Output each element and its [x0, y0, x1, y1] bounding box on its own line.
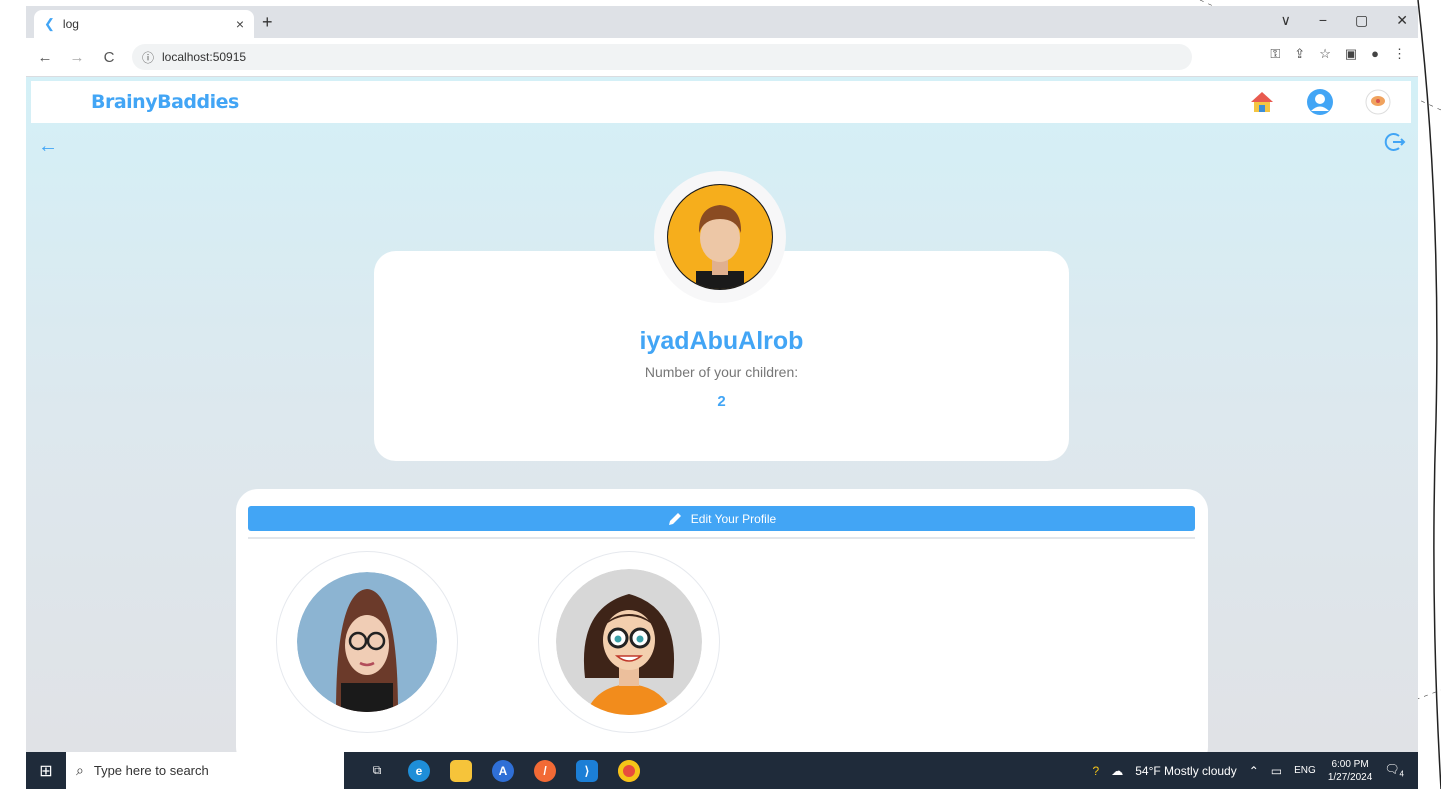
- divider: [248, 537, 1195, 539]
- browser-tab[interactable]: ❮ log ×: [34, 10, 254, 38]
- app-page: BrainyBaddies ← iyadAbuAlrob Number of y…: [26, 77, 1418, 752]
- search-placeholder: Type here to search: [93, 763, 209, 778]
- system-tray: ? ☁ 54°F Mostly cloudy ⌃ ▭ ENG 6:00 PM 1…: [1093, 752, 1404, 789]
- clock-time: 6:00 PM: [1331, 758, 1369, 770]
- browser-window: ❮ log × + ∨ − ▢ ✕ ← → C ⓘ localhost:5091…: [26, 6, 1418, 752]
- file-explorer-icon[interactable]: [450, 759, 472, 782]
- username: iyadAbuAlrob: [639, 327, 804, 355]
- close-button[interactable]: ✕: [1396, 12, 1408, 29]
- taskbar-apps: ⧉ e A / ⟩: [366, 759, 640, 782]
- children-label: Number of your children:: [644, 364, 799, 380]
- clock[interactable]: 6:00 PM 1/27/2024: [1328, 758, 1373, 784]
- clock-date: 1/27/2024: [1327, 771, 1373, 783]
- children-card: Edit Your Profile: [236, 489, 1208, 752]
- forward-arrow-icon[interactable]: →: [64, 49, 90, 66]
- window-controls: ∨ − ▢ ✕: [1281, 12, 1408, 29]
- notification-icon[interactable]: 🗨4: [1384, 762, 1404, 778]
- star-icon[interactable]: ☆: [1319, 46, 1331, 62]
- browser-toolbar: ← → C ⓘ localhost:50915 ⚿ ⇪ ☆ ▣ ● ⋮: [26, 38, 1418, 77]
- help-icon[interactable]: ?: [1093, 764, 1100, 778]
- child-avatar[interactable]: [276, 551, 458, 733]
- profile-icon[interactable]: ●: [1371, 46, 1379, 62]
- child-avatar[interactable]: [538, 551, 720, 733]
- new-tab-button[interactable]: +: [262, 12, 273, 33]
- url-text: localhost:50915: [162, 50, 247, 64]
- tab-close-button[interactable]: ×: [236, 16, 244, 32]
- sidepanel-icon[interactable]: ▣: [1345, 46, 1357, 62]
- back-arrow-icon[interactable]: ←: [32, 49, 58, 66]
- child-avatar-image: [556, 569, 702, 715]
- taskbar: ⊞ ⌕ Type here to search ⧉ e A / ⟩ ? ☁ 54…: [26, 752, 1418, 789]
- pencil-icon: [668, 512, 681, 525]
- taskbar-search[interactable]: ⌕ Type here to search: [66, 752, 344, 789]
- logout-icon[interactable]: [1384, 131, 1406, 153]
- reload-icon[interactable]: C: [96, 49, 122, 66]
- windows-icon[interactable]: ⊞: [26, 761, 66, 781]
- key-icon[interactable]: ⚿: [1270, 46, 1280, 62]
- back-arrow-icon[interactable]: ←: [38, 135, 58, 158]
- app-bar-icons: [1247, 87, 1393, 117]
- postman-icon[interactable]: /: [534, 759, 556, 782]
- home-icon[interactable]: [1247, 87, 1277, 117]
- vscode-icon[interactable]: ⟩: [576, 759, 598, 782]
- chrome-icon[interactable]: [618, 759, 640, 782]
- tab-title: log: [62, 17, 79, 31]
- language-indicator[interactable]: ENG: [1294, 765, 1316, 776]
- menu-icon[interactable]: ⋮: [1393, 46, 1406, 62]
- tray-expand-icon[interactable]: ⌃: [1249, 764, 1259, 778]
- edit-profile-button[interactable]: Edit Your Profile: [248, 506, 1195, 531]
- address-bar[interactable]: ⓘ localhost:50915: [132, 44, 1192, 70]
- task-view-icon[interactable]: ⧉: [366, 760, 388, 782]
- minimize-button[interactable]: −: [1319, 12, 1327, 29]
- tab-strip: ❮ log × + ∨ − ▢ ✕: [26, 6, 1418, 38]
- tab-search-button[interactable]: ∨: [1281, 12, 1291, 29]
- profile-avatar: [654, 171, 786, 303]
- child-avatar-image: [297, 572, 437, 712]
- app-bar: BrainyBaddies: [31, 81, 1411, 123]
- weather-icon[interactable]: ☁: [1111, 764, 1123, 778]
- restore-button[interactable]: ▢: [1355, 12, 1368, 29]
- avatar: [667, 184, 773, 290]
- battery-icon[interactable]: ▭: [1271, 764, 1282, 778]
- notification-count: 4: [1399, 769, 1404, 779]
- edit-profile-label: Edit Your Profile: [690, 511, 777, 526]
- search-icon: ⌕: [76, 762, 84, 778]
- app-store-icon[interactable]: A: [492, 759, 514, 782]
- flutter-icon: ❮: [44, 16, 55, 31]
- toolbar-actions: ⚿ ⇪ ☆ ▣ ● ⋮: [1270, 46, 1406, 62]
- brand-title: BrainyBaddies: [91, 91, 239, 113]
- share-icon[interactable]: ⇪: [1294, 46, 1305, 62]
- edge-icon[interactable]: e: [408, 759, 430, 782]
- user-icon[interactable]: [1305, 87, 1335, 117]
- children-count: 2: [717, 393, 726, 410]
- chat-icon[interactable]: [1363, 87, 1393, 117]
- weather-text[interactable]: 54°F Mostly cloudy: [1135, 764, 1237, 778]
- info-icon[interactable]: ⓘ: [142, 49, 154, 66]
